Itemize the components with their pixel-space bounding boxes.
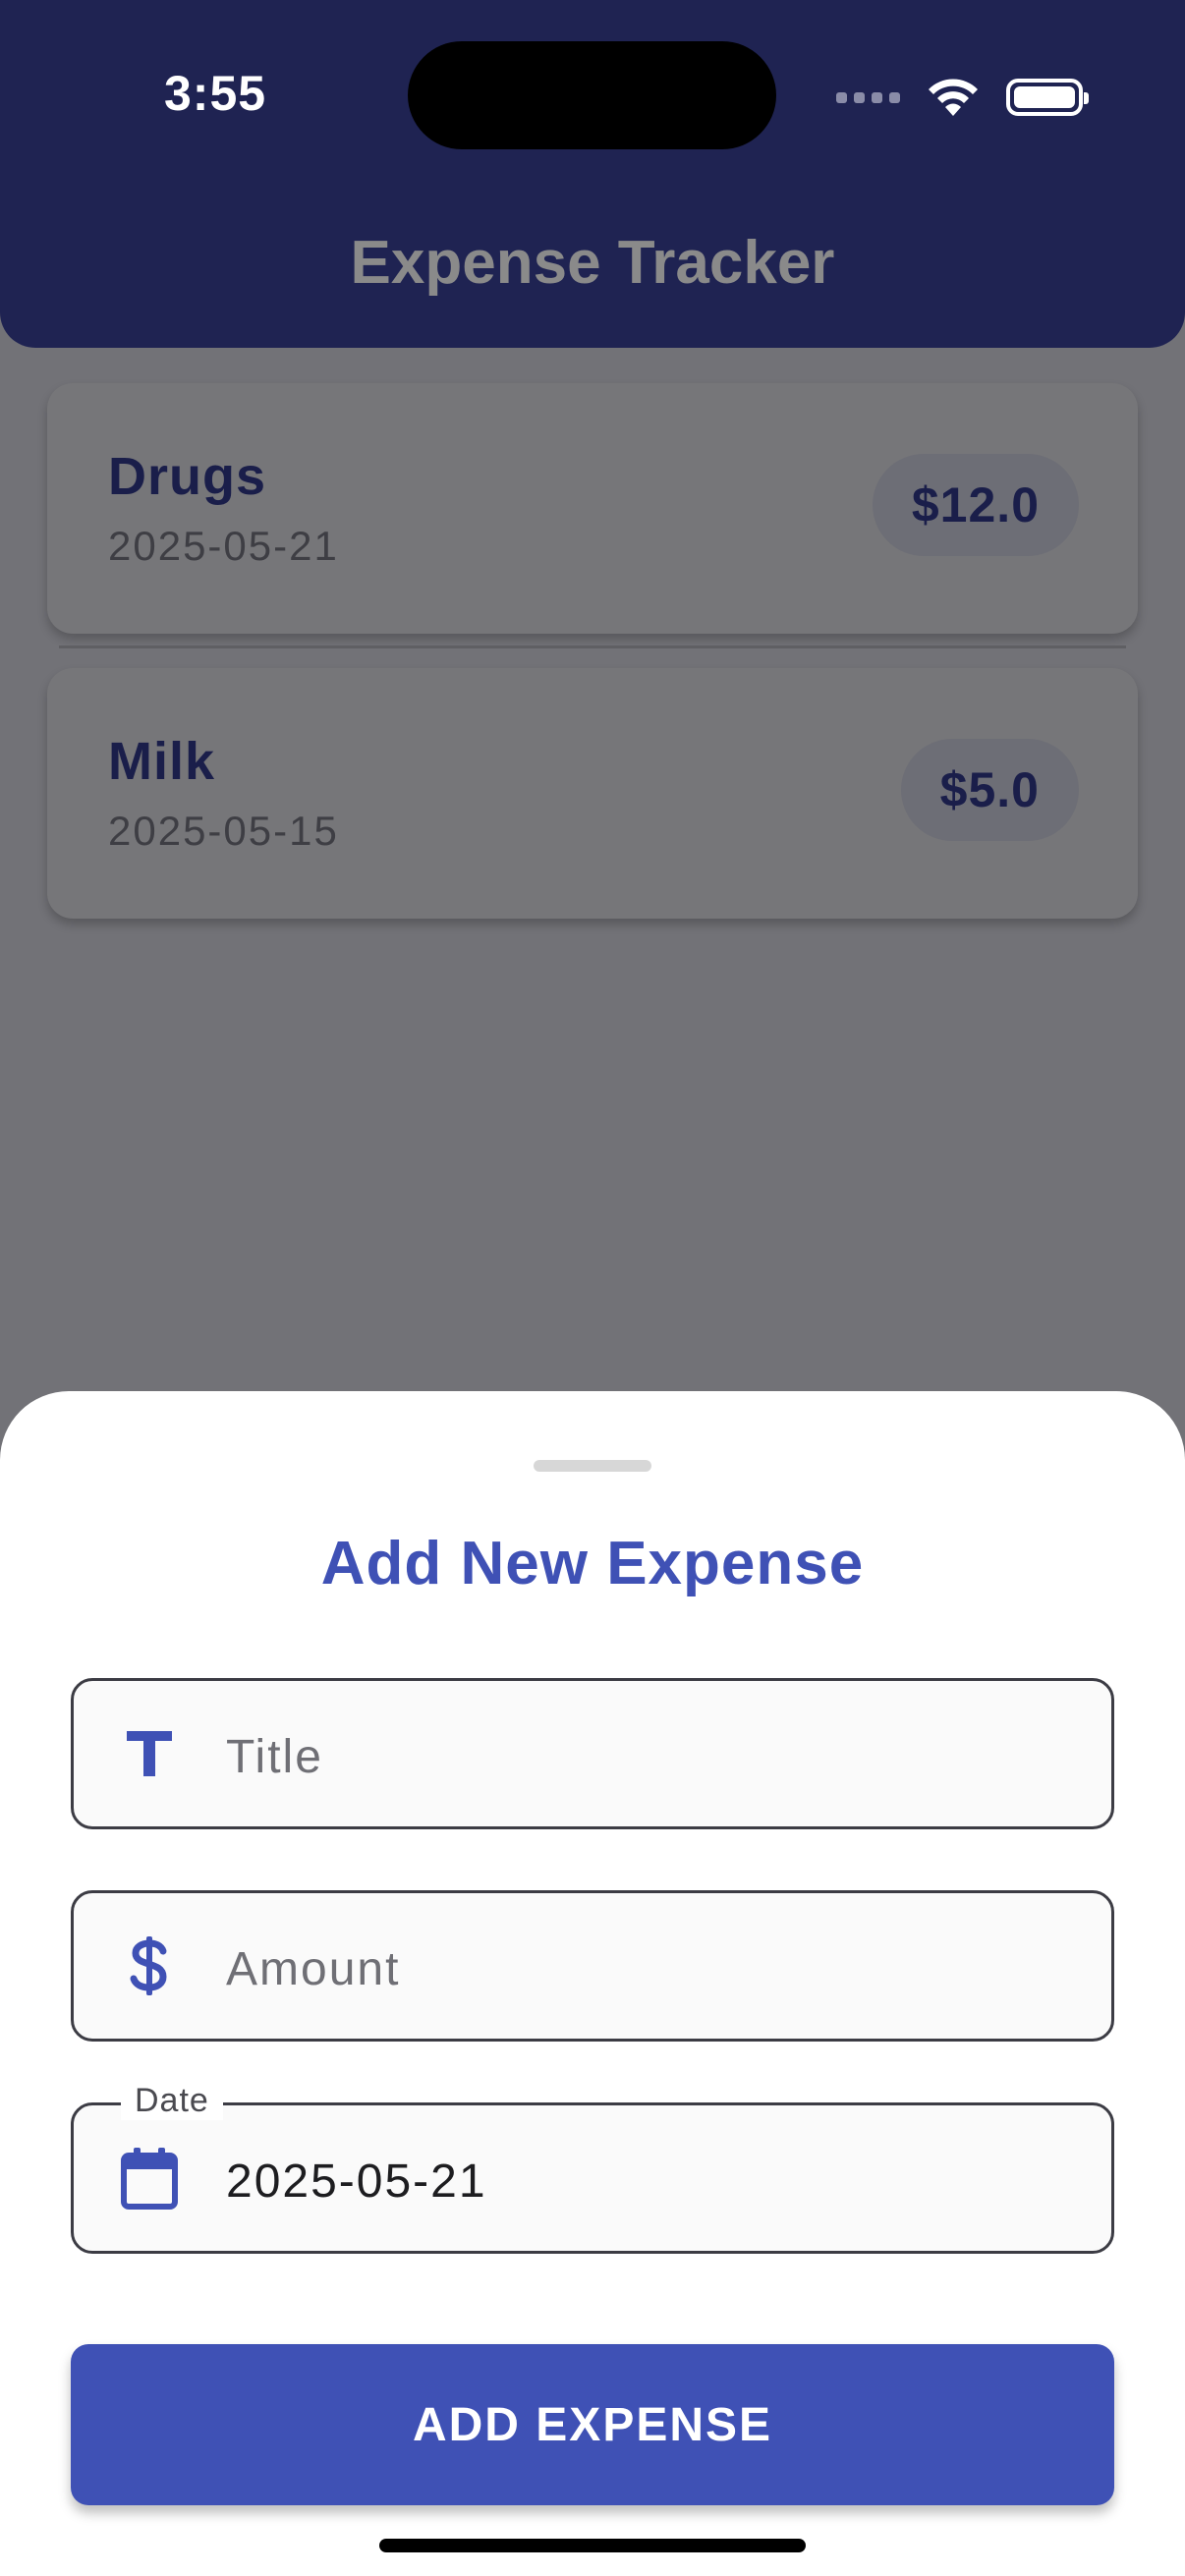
- date-value: 2025-05-21: [226, 2156, 487, 2208]
- amount-input[interactable]: Amount: [71, 1890, 1114, 2042]
- cellular-signal-icon: [836, 91, 900, 103]
- date-input[interactable]: Date 2025-05-21: [71, 2082, 1114, 2254]
- app-header: 3:55 Expense Tracker: [0, 0, 1185, 348]
- title-input[interactable]: Title: [71, 1678, 1114, 1829]
- wifi-icon: [929, 79, 978, 116]
- sheet-title: Add New Expense: [320, 1530, 865, 1597]
- expense-item[interactable]: Milk 2025-05-15 $5.0: [47, 668, 1138, 919]
- date-label: Date: [121, 2082, 223, 2120]
- expense-item[interactable]: Drugs 2025-05-21 $12.0: [47, 383, 1138, 634]
- home-indicator: [379, 2539, 806, 2552]
- title-placeholder: Title: [226, 1731, 323, 1783]
- expense-date: 2025-05-15: [108, 808, 339, 854]
- expense-title: Drugs: [108, 447, 267, 506]
- expense-date: 2025-05-21: [108, 523, 339, 569]
- list-divider: [59, 645, 1126, 648]
- add-expense-button[interactable]: ADD EXPENSE: [71, 2344, 1114, 2505]
- dollar-icon: [113, 1930, 186, 2002]
- battery-icon: [1006, 79, 1089, 116]
- amount-placeholder: Amount: [226, 1943, 401, 1995]
- expense-amount-badge: $5.0: [900, 739, 1079, 841]
- title-text-icon: [113, 1717, 186, 1790]
- expense-amount-badge: $12.0: [872, 454, 1079, 556]
- screen: 3:55 Expense Tracker Drugs 2025-05-21 $1…: [0, 0, 1185, 2576]
- status-icons: [836, 73, 1089, 122]
- dynamic-island: [408, 41, 776, 149]
- app-title: Expense Tracker: [350, 229, 835, 297]
- expense-title: Milk: [108, 732, 216, 791]
- status-time: 3:55: [164, 66, 267, 121]
- calendar-icon: [113, 2142, 186, 2214]
- add-expense-sheet: Add New Expense Title Amount Date 2025-0…: [0, 1391, 1185, 2576]
- sheet-drag-handle[interactable]: [534, 1460, 651, 1472]
